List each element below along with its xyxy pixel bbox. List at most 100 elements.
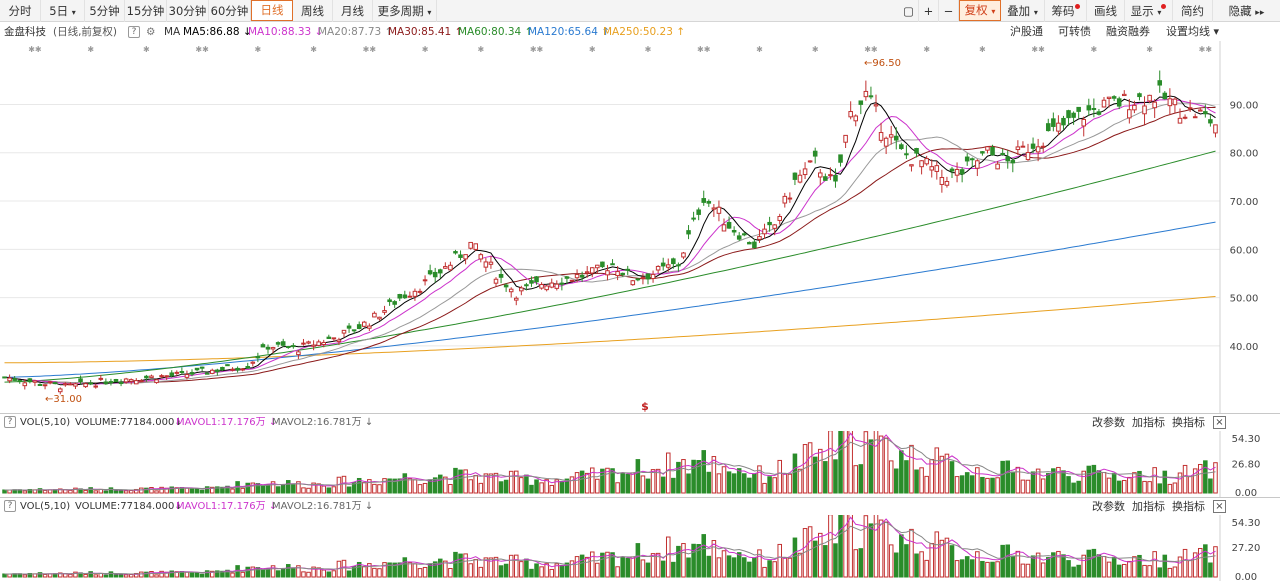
- volume-bar: [726, 555, 732, 578]
- candle: [483, 258, 489, 273]
- candle-body: [711, 207, 717, 210]
- caret-down-icon: ▾: [1157, 8, 1162, 17]
- candle: [701, 190, 707, 206]
- period-30min[interactable]: 30分钟: [167, 0, 209, 22]
- mavol2-text: MAVOL2:16.781万: [272, 417, 362, 428]
- candle: [909, 164, 914, 172]
- candle: [47, 380, 53, 385]
- link-add-indicator[interactable]: 加指标: [1132, 498, 1165, 516]
- link-edit-params[interactable]: 改参数: [1092, 498, 1125, 516]
- volume-bar: [326, 571, 332, 578]
- candle-body: [422, 279, 428, 282]
- candle: [802, 162, 808, 180]
- candle: [37, 383, 43, 386]
- plus-icon[interactable]: +: [919, 0, 939, 22]
- period-more[interactable]: 更多周期 ▾: [373, 0, 437, 22]
- volume-bar: [139, 487, 144, 494]
- period-5min[interactable]: 5分钟: [85, 0, 125, 22]
- candle: [468, 241, 473, 250]
- candle-body: [291, 345, 296, 348]
- volume-bar: [665, 452, 671, 494]
- mavol1-value: MAVOL1:17.176万 ↓: [176, 501, 278, 512]
- volume-bar: [103, 574, 109, 578]
- volume-bar: [853, 465, 859, 494]
- volume-bar: [468, 479, 473, 494]
- candle-body: [569, 279, 575, 282]
- volume-bar: [574, 556, 580, 578]
- period-60min[interactable]: 60分钟: [209, 0, 251, 22]
- gear-icon[interactable]: ⚙: [146, 23, 155, 41]
- draw-button[interactable]: 画线: [1087, 0, 1125, 22]
- volume-bar: [721, 466, 727, 494]
- minus-icon[interactable]: −: [939, 0, 959, 22]
- adjust-button[interactable]: 复权 ▾: [959, 0, 1001, 21]
- link-margin[interactable]: 融资融券: [1106, 23, 1150, 41]
- candle-body: [995, 163, 1000, 170]
- hide-label: 隐藏: [1228, 4, 1252, 18]
- volume-bar: [458, 553, 463, 578]
- candle: [762, 223, 767, 239]
- news-marker-icon: ✱✱: [1031, 45, 1045, 54]
- period-weekly[interactable]: 周线: [293, 0, 333, 22]
- period-5day[interactable]: 5日 ▾: [41, 0, 85, 22]
- candle-body: [650, 273, 656, 280]
- candle: [939, 169, 945, 193]
- volume-bar: [1127, 560, 1132, 578]
- volume-bar: [341, 475, 347, 494]
- candle-body: [331, 337, 337, 340]
- chips-button[interactable]: 筹码: [1045, 0, 1087, 22]
- candle: [478, 252, 484, 263]
- candle: [503, 283, 509, 292]
- candle-body: [508, 288, 514, 293]
- y-tick-label: 54.30: [1232, 434, 1261, 445]
- candle-body: [1147, 94, 1152, 102]
- simple-button[interactable]: 简约: [1173, 0, 1213, 22]
- overlay-button[interactable]: 叠加 ▾: [1001, 0, 1045, 22]
- box-icon[interactable]: ▢: [899, 0, 919, 22]
- display-button[interactable]: 显示 ▾: [1125, 0, 1173, 22]
- volume-bar: [1152, 467, 1157, 494]
- volume-chart[interactable]: 54.30 26.80 0.00: [0, 431, 1280, 497]
- volume-bar: [569, 560, 575, 578]
- volume-chart[interactable]: 54.30 27.20 0.00: [0, 515, 1280, 581]
- candle-body: [336, 339, 342, 343]
- hide-button[interactable]: 隐藏 ▸▸: [1213, 0, 1280, 22]
- candle-body: [432, 271, 438, 278]
- volume-bar: [823, 545, 828, 578]
- volume-bar: [154, 574, 159, 578]
- period-15min[interactable]: 15分钟: [125, 0, 167, 22]
- volume-bar: [838, 431, 843, 494]
- volume-bar: [245, 566, 251, 578]
- double-chevron-right-icon: ▸▸: [1255, 8, 1265, 18]
- period-daily[interactable]: 日线: [251, 0, 293, 21]
- candle-body: [346, 325, 352, 329]
- link-switch-indicator[interactable]: 换指标: [1172, 414, 1205, 432]
- volume-bar: [544, 479, 549, 494]
- y-tick-label: 0.00: [1235, 572, 1257, 581]
- candle-body: [564, 276, 570, 279]
- period-timeshare[interactable]: 分时: [0, 0, 41, 22]
- candle-body: [37, 383, 43, 386]
- volume-bar: [519, 561, 524, 578]
- candle-body: [458, 254, 463, 258]
- candle: [1142, 96, 1147, 125]
- candle-body: [326, 336, 332, 339]
- candle-body: [944, 181, 950, 186]
- candle-body: [1208, 119, 1213, 124]
- volume-bar: [1045, 557, 1051, 578]
- link-shanghai-connect[interactable]: 沪股通: [1010, 23, 1043, 41]
- volume-bar: [858, 548, 864, 578]
- candle: [27, 378, 33, 384]
- volume-bar: [777, 543, 783, 578]
- link-add-indicator[interactable]: 加指标: [1132, 414, 1165, 432]
- candle: [797, 169, 803, 184]
- period-monthly[interactable]: 月线: [333, 0, 373, 22]
- volume-bar: [574, 472, 580, 494]
- link-ma-settings[interactable]: 设置均线 ▾: [1166, 23, 1219, 41]
- link-switch-indicator[interactable]: 换指标: [1172, 498, 1205, 516]
- link-convertible[interactable]: 可转债: [1058, 23, 1091, 41]
- volume-bar: [893, 468, 899, 494]
- news-marker-icon: ✱: [255, 45, 262, 54]
- price-chart[interactable]: 40.0050.0060.0070.0080.0090.00✱✱ ✱ ✱ ✱✱ ✱ ✱ ✱✱…: [0, 41, 1280, 413]
- link-edit-params[interactable]: 改参数: [1092, 414, 1125, 432]
